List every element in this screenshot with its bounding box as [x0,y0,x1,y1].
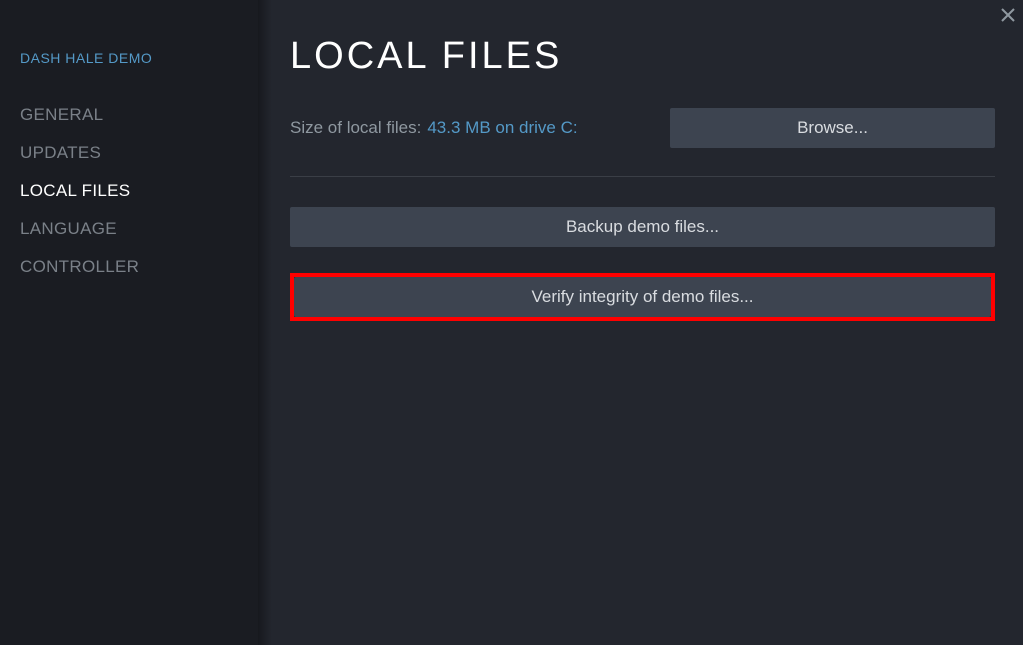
sidebar-item-controller[interactable]: CONTROLLER [20,248,258,286]
verify-highlight: Verify integrity of demo files... [290,273,995,321]
browse-button[interactable]: Browse... [670,108,995,148]
sidebar-item-language[interactable]: LANGUAGE [20,210,258,248]
main-panel: LOCAL FILES Size of local files: 43.3 MB… [258,0,1023,645]
page-title: LOCAL FILES [290,35,995,78]
sidebar: DASH HALE DEMO GENERAL UPDATES LOCAL FIL… [0,0,258,645]
size-label: Size of local files: [290,118,421,138]
shadow-edge [258,0,272,645]
sidebar-item-updates[interactable]: UPDATES [20,134,258,172]
divider [290,176,995,177]
app-title: DASH HALE DEMO [20,50,258,66]
backup-button[interactable]: Backup demo files... [290,207,995,247]
sidebar-item-local-files[interactable]: LOCAL FILES [20,172,258,210]
size-value: 43.3 MB on drive C: [427,118,577,138]
size-text: Size of local files: 43.3 MB on drive C: [290,118,578,138]
close-icon[interactable] [997,4,1019,26]
sidebar-item-general[interactable]: GENERAL [20,96,258,134]
size-row: Size of local files: 43.3 MB on drive C:… [290,108,995,148]
verify-button[interactable]: Verify integrity of demo files... [294,277,991,317]
